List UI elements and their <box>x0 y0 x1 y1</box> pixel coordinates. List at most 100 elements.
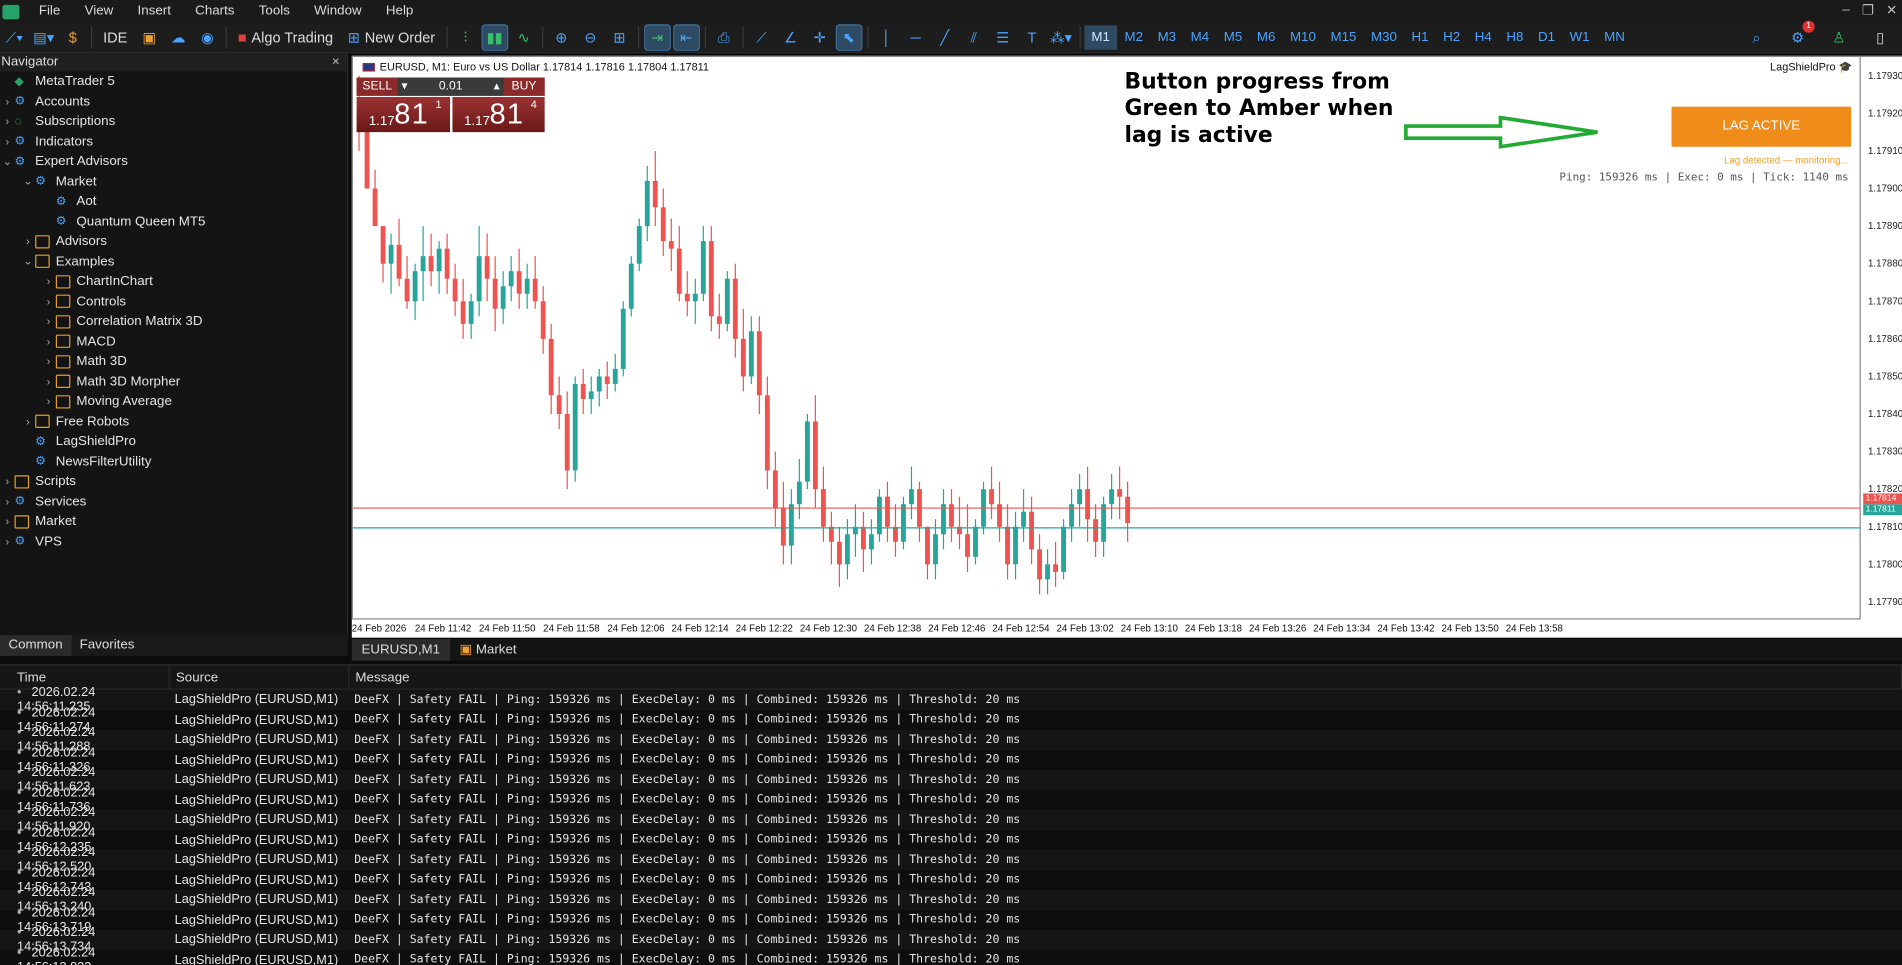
navigator-item[interactable]: › ChartInChart <box>0 272 347 292</box>
timeframe-h4[interactable]: H4 <box>1467 25 1499 49</box>
expand-chevron-icon[interactable]: › <box>21 235 36 247</box>
timeframe-h8[interactable]: H8 <box>1499 25 1531 49</box>
expand-chevron-icon[interactable]: › <box>0 115 15 127</box>
volume-input[interactable]: 0.01 <box>439 80 463 93</box>
crosshair-icon[interactable]: ✛ <box>808 25 832 49</box>
bid-price-box[interactable]: 1.17 81 1 <box>356 96 450 133</box>
navigator-item[interactable]: › ⚙ Services <box>0 492 347 512</box>
bar-chart-icon[interactable]: ⫶ <box>453 25 477 49</box>
timeframe-m10[interactable]: M10 <box>1283 25 1324 49</box>
expand-chevron-icon[interactable]: › <box>0 135 15 147</box>
account-icon[interactable]: ♙ <box>1827 25 1851 49</box>
timeframe-m2[interactable]: M2 <box>1117 25 1150 49</box>
timeframe-m1[interactable]: M1 <box>1084 25 1118 50</box>
algo-trading-button[interactable]: ■ Algo Trading <box>233 25 338 49</box>
market-bag-icon[interactable]: ▣ <box>137 25 161 49</box>
lag-active-button[interactable]: LAG ACTIVE <box>1671 106 1852 147</box>
navigator-item[interactable]: › Correlation Matrix 3D <box>0 312 347 332</box>
volume-stepper[interactable]: ▾ 0.01 ▴ <box>397 77 504 96</box>
tab-eurusd-m1[interactable]: EURUSD,M1 <box>351 638 450 661</box>
candlestick-icon[interactable]: ▮▮ <box>481 24 508 51</box>
timeframe-w1[interactable]: W1 <box>1562 25 1597 49</box>
navigator-item[interactable]: ⚙ Aot <box>0 192 347 212</box>
profiles-icon[interactable]: ▤▾ <box>32 25 56 49</box>
timeframe-m30[interactable]: M30 <box>1364 25 1405 49</box>
zoom-out-icon[interactable]: ⊖ <box>578 25 602 49</box>
column-source[interactable]: Source <box>170 665 350 689</box>
navigator-item[interactable]: ⚙ LagShieldPro <box>0 432 347 452</box>
expand-chevron-icon[interactable]: › <box>41 396 56 408</box>
search-icon[interactable]: ⌕ <box>1744 25 1768 49</box>
menu-insert[interactable]: Insert <box>125 0 183 23</box>
chart-panel-icon[interactable]: ▯ <box>1868 25 1892 49</box>
timeframe-d1[interactable]: D1 <box>1531 25 1563 49</box>
tile-windows-icon[interactable]: ⊞ <box>607 25 631 49</box>
trendline-icon[interactable]: ⟋ <box>749 25 773 49</box>
menu-help[interactable]: Help <box>374 0 426 23</box>
expand-chevron-icon[interactable]: › <box>41 336 56 348</box>
zoom-in-icon[interactable]: ⊕ <box>549 25 573 49</box>
price-scale[interactable]: 1.17930 1.17920 1.17910 1.17900 1.17890 1.178… <box>1860 55 1902 620</box>
ask-price-box[interactable]: 1.17 81 4 <box>451 96 545 133</box>
navigator-item[interactable]: › ⚙ Indicators <box>0 132 347 152</box>
journal-row[interactable]: 2026.02.24 14:56:12.520LagShieldPro (EUR… <box>0 845 1902 874</box>
menu-tools[interactable]: Tools <box>247 0 302 23</box>
navigator-item[interactable]: › ⚙ VPS <box>0 532 347 552</box>
timeframe-m3[interactable]: M3 <box>1150 25 1183 49</box>
sell-button[interactable]: SELL <box>356 77 398 96</box>
navigator-item[interactable]: › Controls <box>0 292 347 312</box>
timeframe-m5[interactable]: M5 <box>1216 25 1249 49</box>
navigator-item[interactable]: ⚙ NewsFilterUtility <box>0 452 347 472</box>
vertical-line-icon[interactable]: │ <box>874 25 898 49</box>
journal-row[interactable]: 2026.02.24 14:56:11.623LagShieldPro (EUR… <box>0 765 1902 794</box>
navigator-item[interactable]: › Math 3D <box>0 352 347 372</box>
navigator-item[interactable]: › Math 3D Morpher <box>0 372 347 392</box>
journal-row[interactable]: 2026.02.24 14:56:13.822 LagShieldPro (EUR… <box>0 945 1902 965</box>
expand-chevron-icon[interactable]: › <box>21 416 36 428</box>
tab-market[interactable]: ▣ Market <box>450 639 527 661</box>
timeframe-m6[interactable]: M6 <box>1250 25 1283 49</box>
volume-up-icon[interactable]: ▴ <box>494 80 500 93</box>
notifications-icon[interactable]: ⚙ 1 <box>1786 20 1815 49</box>
expand-chevron-icon[interactable]: › <box>41 376 56 388</box>
trade-dollar-icon[interactable]: $ <box>61 25 85 49</box>
expand-chevron-icon[interactable]: ⌄ <box>21 175 36 188</box>
journal-row[interactable]: 2026.02.24 14:56:11.736LagShieldPro (EUR… <box>0 785 1902 814</box>
journal-row[interactable]: 2026.02.24 14:56:11.288LagShieldPro (EUR… <box>0 725 1902 754</box>
close-icon[interactable]: ✕ <box>1886 2 1897 19</box>
volume-down-icon[interactable]: ▾ <box>402 80 408 93</box>
autoscroll-icon[interactable]: ⇥ <box>643 24 671 51</box>
journal-row[interactable]: 2026.02.24 14:56:11.326LagShieldPro (EUR… <box>0 745 1902 774</box>
fibonacci-icon[interactable]: ☰ <box>991 25 1015 49</box>
journal-row[interactable]: 2026.02.24 14:56:11.274LagShieldPro (EUR… <box>0 705 1902 734</box>
expand-chevron-icon[interactable]: › <box>0 496 15 508</box>
shapes-icon[interactable]: ⁂▾ <box>1049 25 1073 49</box>
text-tool-icon[interactable]: T <box>1020 25 1044 49</box>
expand-chevron-icon[interactable]: › <box>0 476 15 488</box>
expand-chevron-icon[interactable]: ⌄ <box>21 255 36 268</box>
journal-row[interactable]: 2026.02.24 14:56:13.734LagShieldPro (EUR… <box>0 925 1902 954</box>
navigator-item[interactable]: ◆ MetaTrader 5 <box>0 72 347 92</box>
timeframe-h2[interactable]: H2 <box>1436 25 1468 49</box>
menu-file[interactable]: File <box>27 0 73 23</box>
timeframe-m15[interactable]: M15 <box>1323 25 1364 49</box>
time-scale[interactable]: 24 Feb 2026 24 Feb 11:42 24 Feb 11:50 24 Fe… <box>351 619 1902 638</box>
menu-window[interactable]: Window <box>302 0 374 23</box>
expand-chevron-icon[interactable]: › <box>0 95 15 107</box>
chart-area[interactable]: EURUSD, M1: Euro vs US Dollar 1.17814 1.… <box>351 55 1862 620</box>
navigator-item[interactable]: › Moving Average <box>0 392 347 412</box>
navigator-item[interactable]: › Scripts <box>0 472 347 492</box>
expand-chevron-icon[interactable]: › <box>0 536 15 548</box>
journal-row[interactable]: 2026.02.24 14:56:12.235LagShieldPro (EUR… <box>0 825 1902 854</box>
tab-favorites[interactable]: Favorites <box>71 635 143 656</box>
navigator-close-icon[interactable]: × <box>332 53 340 71</box>
journal-row[interactable]: 2026.02.24 14:56:13.240LagShieldPro (EUR… <box>0 885 1902 914</box>
navigator-item[interactable]: › Market <box>0 512 347 532</box>
journal-row[interactable]: 2026.02.24 14:56:11.235LagShieldPro (EUR… <box>0 685 1902 714</box>
cursor-icon[interactable]: ⬉ <box>835 24 863 51</box>
navigator-item[interactable]: ⌄ ⚙ Market <box>0 172 347 192</box>
timeframe-m4[interactable]: M4 <box>1183 25 1216 49</box>
chart-shift-icon[interactable]: ⇤ <box>672 24 700 51</box>
minimize-icon[interactable]: – <box>1842 2 1849 18</box>
expand-chevron-icon[interactable]: ⌄ <box>0 155 15 168</box>
